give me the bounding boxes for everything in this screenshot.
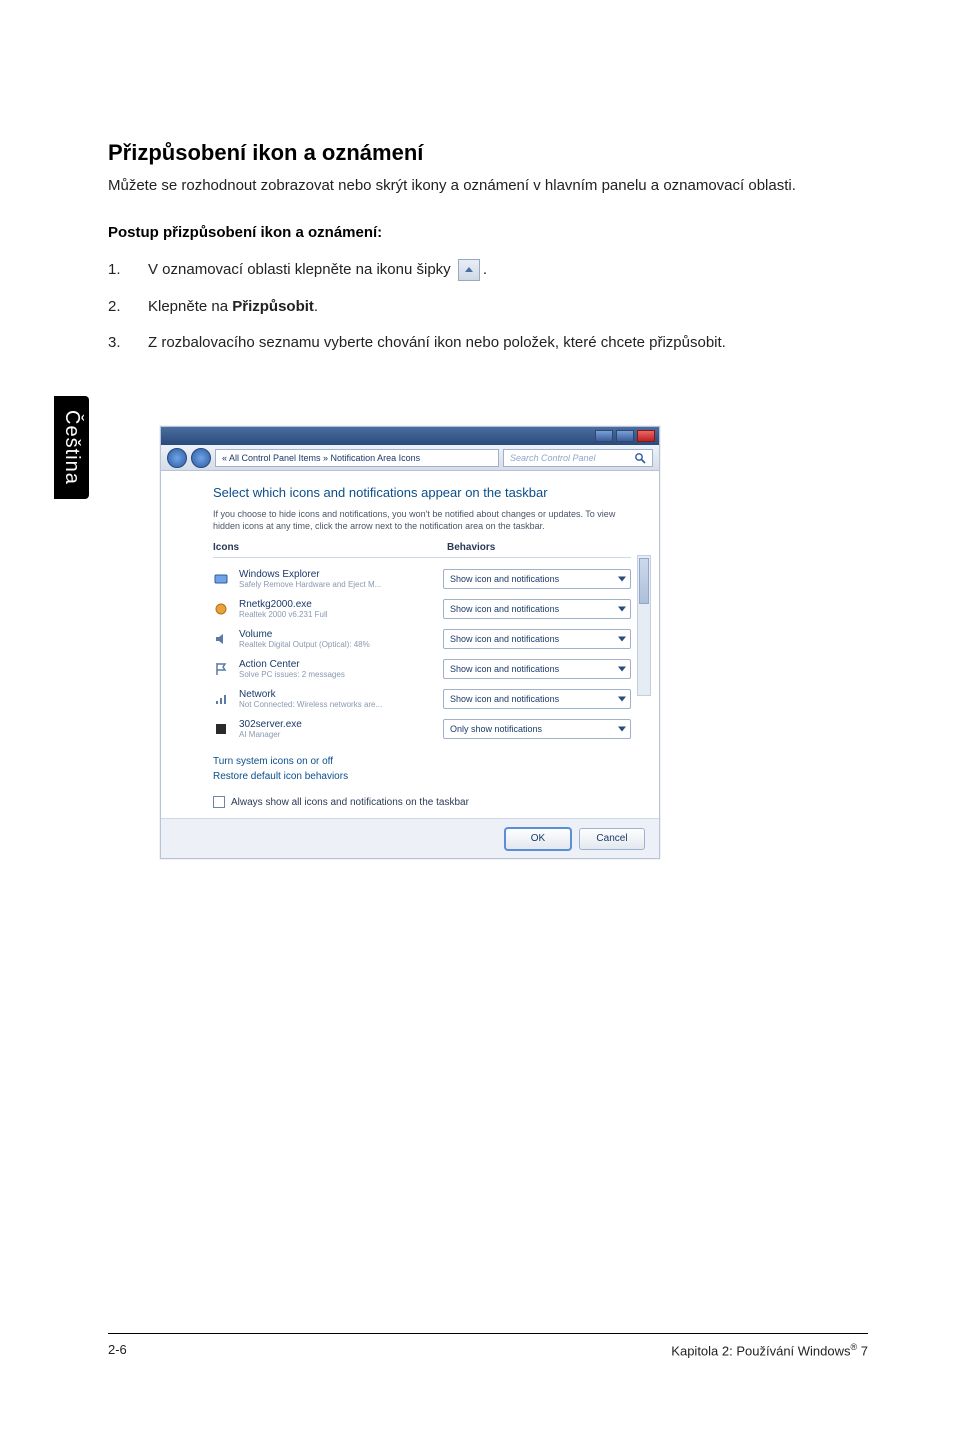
list-item: Action CenterSolve PC issues: 2 messages…: [213, 654, 631, 684]
back-button[interactable]: [167, 448, 187, 468]
item-sub: AI Manager: [239, 730, 433, 739]
close-button[interactable]: [637, 430, 655, 442]
dialog-title: Select which icons and notifications app…: [213, 485, 631, 500]
item-sub: Realtek Digital Output (Optical): 48%: [239, 640, 433, 649]
section-subheading: Postup přizpůsobení ikon a oznámení:: [108, 224, 868, 241]
page-footer: 2-6 Kapitola 2: Používání Windows® 7: [108, 1333, 868, 1358]
list-item: NetworkNot Connected: Wireless networks …: [213, 684, 631, 714]
item-sub: Not Connected: Wireless networks are...: [239, 700, 433, 709]
breadcrumb[interactable]: « All Control Panel Items » Notification…: [215, 449, 499, 467]
step-2-bold: Přizpůsobit: [232, 298, 314, 315]
volume-icon: [213, 631, 229, 647]
ok-button[interactable]: OK: [505, 828, 571, 850]
item-name: Network: [239, 689, 433, 700]
item-name: 302server.exe: [239, 719, 433, 730]
network-icon: [213, 691, 229, 707]
behavior-dropdown[interactable]: Show icon and notifications: [443, 599, 631, 619]
step-1-text-b: .: [483, 261, 487, 278]
divider: [213, 557, 631, 558]
step-3: Z rozbalovacího seznamu vyberte chování …: [108, 332, 868, 355]
item-name: Windows Explorer: [239, 569, 433, 580]
item-name: Action Center: [239, 659, 433, 670]
column-icons: Icons: [213, 542, 423, 553]
arrow-up-icon: [458, 259, 480, 281]
scrollbar-thumb[interactable]: [639, 558, 649, 604]
item-sub: Realtek 2000 v6.231 Full: [239, 610, 433, 619]
behavior-dropdown[interactable]: Show icon and notifications: [443, 569, 631, 589]
scrollbar[interactable]: [637, 555, 651, 696]
section-intro: Můžete se rozhodnout zobrazovat nebo skr…: [108, 176, 868, 196]
list-item: Windows ExplorerSafely Remove Hardware a…: [213, 564, 631, 594]
step-2-text-a: Klepněte na: [148, 298, 232, 315]
item-sub: Safely Remove Hardware and Eject M...: [239, 580, 433, 589]
dialog-description: If you choose to hide icons and notifica…: [213, 508, 631, 532]
dialog-screenshot: « All Control Panel Items » Notification…: [160, 426, 660, 859]
always-show-label: Always show all icons and notifications …: [231, 797, 469, 808]
step-1: V oznamovací oblasti klepněte na ikonu š…: [108, 259, 868, 282]
maximize-button[interactable]: [616, 430, 634, 442]
step-2: Klepněte na Přizpůsobit.: [108, 296, 868, 319]
item-sub: Solve PC issues: 2 messages: [239, 670, 433, 679]
step-1-text-a: V oznamovací oblasti klepněte na ikonu š…: [148, 261, 455, 278]
behavior-dropdown[interactable]: Show icon and notifications: [443, 689, 631, 709]
section-title: Přizpůsobení ikon a oznámení: [108, 140, 868, 166]
link-restore-defaults[interactable]: Restore default icon behaviors: [213, 771, 631, 782]
search-icon: [634, 452, 646, 464]
behavior-dropdown[interactable]: Only show notifications: [443, 719, 631, 739]
button-bar: OK Cancel: [161, 818, 659, 858]
item-name: Rnetkg2000.exe: [239, 599, 433, 610]
app-icon: [213, 721, 229, 737]
search-input[interactable]: Search Control Panel: [503, 449, 653, 467]
minimize-button[interactable]: [595, 430, 613, 442]
link-system-icons[interactable]: Turn system icons on or off: [213, 756, 631, 767]
cancel-button[interactable]: Cancel: [579, 828, 645, 850]
search-placeholder: Search Control Panel: [510, 453, 596, 463]
behavior-dropdown[interactable]: Show icon and notifications: [443, 629, 631, 649]
step-3-text: Z rozbalovacího seznamu vyberte chování …: [148, 332, 726, 355]
window-titlebar: [161, 427, 659, 445]
list-item: VolumeRealtek Digital Output (Optical): …: [213, 624, 631, 654]
step-2-text-b: .: [314, 298, 318, 315]
item-name: Volume: [239, 629, 433, 640]
chapter-label: Kapitola 2: Používání Windows® 7: [671, 1342, 868, 1358]
behavior-dropdown[interactable]: Show icon and notifications: [443, 659, 631, 679]
list-item: 302server.exeAI Manager Only show notifi…: [213, 714, 631, 744]
address-bar: « All Control Panel Items » Notification…: [161, 445, 659, 471]
list-item: Rnetkg2000.exeRealtek 2000 v6.231 Full S…: [213, 594, 631, 624]
explorer-icon: [213, 571, 229, 587]
language-tab: Čeština: [54, 396, 89, 499]
app-icon: [213, 601, 229, 617]
flag-icon: [213, 661, 229, 677]
column-behaviors: Behaviors: [447, 542, 631, 553]
forward-button[interactable]: [191, 448, 211, 468]
always-show-checkbox[interactable]: [213, 796, 225, 808]
page-number: 2-6: [108, 1342, 127, 1358]
